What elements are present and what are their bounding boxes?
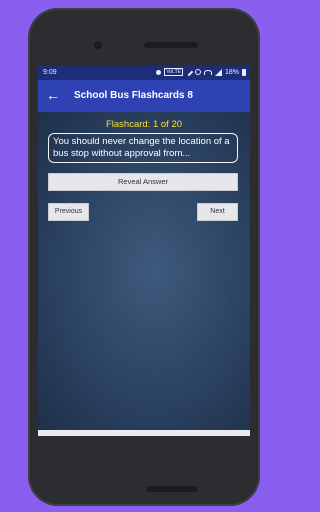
app-bar: ← School Bus Flashcards 8 bbox=[38, 80, 250, 112]
bottom-speaker bbox=[146, 486, 198, 492]
alarm-icon bbox=[194, 69, 201, 75]
previous-button[interactable]: Previous bbox=[48, 203, 89, 221]
next-button[interactable]: Next bbox=[197, 203, 238, 221]
mute-icon bbox=[184, 67, 194, 77]
reveal-answer-button[interactable]: Reveal Answer bbox=[48, 173, 238, 191]
notification-icon bbox=[156, 69, 162, 75]
battery-percent: 18% bbox=[224, 68, 239, 76]
phone-screen: 9:09 VoLTE 18% ← School Bus Flashcards 8… bbox=[38, 66, 250, 436]
front-camera bbox=[94, 41, 102, 49]
flashcard-content: Flashcard: 1 of 20 You should never chan… bbox=[38, 112, 250, 430]
back-arrow-icon[interactable]: ← bbox=[46, 88, 60, 102]
flashcard-question: You should never change the location of … bbox=[48, 133, 238, 163]
battery-icon bbox=[242, 68, 246, 76]
earpiece-speaker bbox=[144, 42, 198, 48]
status-time: 9:09 bbox=[43, 69, 57, 76]
status-icons: VoLTE 18% bbox=[156, 67, 246, 77]
status-bar: 9:09 VoLTE 18% bbox=[38, 66, 250, 80]
signal-icon bbox=[214, 68, 222, 76]
bottom-bar bbox=[38, 430, 250, 436]
flashcard-counter: Flashcard: 1 of 20 bbox=[105, 119, 183, 130]
volte-icon: VoLTE bbox=[164, 68, 183, 76]
page-title: School Bus Flashcards 8 bbox=[74, 90, 193, 101]
wifi-icon bbox=[203, 69, 212, 75]
